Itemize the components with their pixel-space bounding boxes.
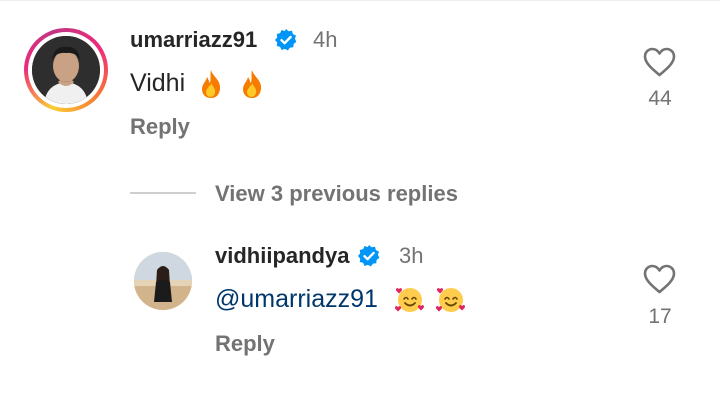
view-previous-replies-button[interactable]: View 3 previous replies	[215, 181, 458, 207]
fire-emoji-icon	[202, 70, 221, 99]
like-count: 17	[648, 305, 672, 328]
mention-link[interactable]: @umarriazz91	[215, 285, 378, 313]
avatar[interactable]	[134, 252, 192, 310]
avatar-image	[32, 36, 100, 104]
comment-text: @umarriazz91	[215, 285, 466, 315]
reply-button[interactable]: Reply	[130, 114, 190, 140]
replies-divider	[130, 192, 196, 194]
verified-badge-icon	[275, 29, 297, 51]
like-count: 44	[648, 87, 672, 110]
comment-body: Vidhi	[130, 69, 186, 97]
top-divider	[0, 0, 720, 1]
comment-time: 3h	[399, 243, 424, 268]
comment-username[interactable]: vidhiipandya	[215, 243, 349, 269]
verified-badge-icon	[358, 245, 380, 267]
heart-icon[interactable]	[643, 47, 676, 77]
avatar[interactable]	[32, 36, 100, 104]
comment-time: 4h	[313, 27, 338, 52]
heart-icon[interactable]	[643, 264, 676, 294]
smiling-face-with-hearts-emoji-icon	[394, 288, 424, 313]
story-ring[interactable]	[24, 28, 108, 112]
comment-text: Vidhi	[130, 69, 265, 99]
fire-emoji-icon	[243, 70, 262, 99]
comment-username[interactable]: umarriazz91	[130, 27, 257, 53]
smiling-face-with-hearts-emoji-icon	[435, 288, 465, 313]
avatar-image	[134, 252, 192, 310]
reply-button[interactable]: Reply	[215, 331, 275, 357]
